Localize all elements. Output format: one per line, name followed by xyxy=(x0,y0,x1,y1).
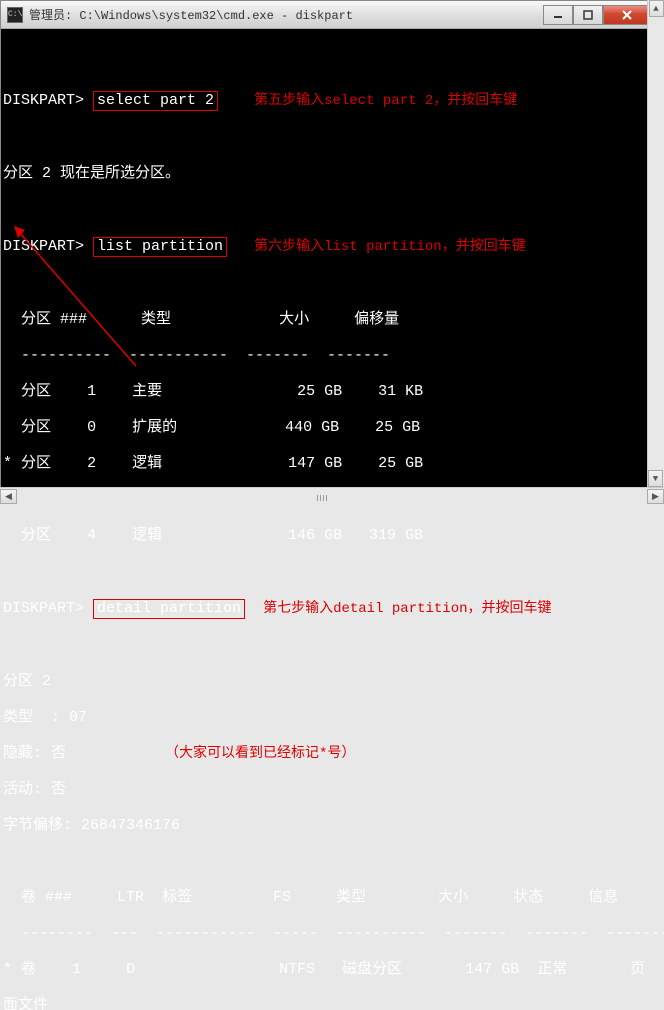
cmd-window: C:\ 管理员: C:\Windows\system32\cmd.exe - d… xyxy=(0,0,654,490)
minimize-button[interactable] xyxy=(543,5,573,25)
part-table-header: 分区 ### 类型 大小 偏移量 xyxy=(3,311,653,329)
annotation-asterisk: （大家可以看到已经标记*号） xyxy=(165,746,355,762)
scrollbar-horizontal[interactable]: ◀ ▶ xyxy=(0,487,664,505)
table-row: 分区 0 扩展的 440 GB 25 GB xyxy=(3,419,653,437)
response-selected: 分区 2 现在是所选分区。 xyxy=(3,165,653,183)
table-row: * 卷 1 D NTFS 磁盘分区 147 GB 正常 页 xyxy=(3,961,653,979)
scroll-up-button[interactable]: ▲ xyxy=(649,0,664,17)
resize-grip-icon xyxy=(317,495,347,498)
table-row: * 分区 2 逻辑 147 GB 25 GB xyxy=(3,455,653,473)
window-title: 管理员: C:\Windows\system32\cmd.exe - diskp… xyxy=(29,6,543,23)
prompt: DISKPART> xyxy=(3,92,84,109)
annotation-step7: 第七步输入detail partition，并按回车键 xyxy=(263,601,551,617)
vol-table-header: 卷 ### LTR 标签 FS 类型 大小 状态 信息 xyxy=(3,889,653,907)
cmd-list-partition: list partition xyxy=(93,237,227,257)
console-output[interactable]: DISKPART> select part 2 第五步输入select part… xyxy=(1,29,653,1010)
window-buttons xyxy=(543,5,651,25)
annotation-step6: 第六步输入list partition，并按回车键 xyxy=(254,239,526,255)
cmd-select-part: select part 2 xyxy=(93,91,218,111)
table-row: 分区 1 主要 25 GB 31 KB xyxy=(3,383,653,401)
scroll-right-button[interactable]: ▶ xyxy=(647,489,664,504)
close-button[interactable] xyxy=(603,5,651,25)
titlebar[interactable]: C:\ 管理员: C:\Windows\system32\cmd.exe - d… xyxy=(1,1,653,29)
table-row: 分区 4 逻辑 146 GB 319 GB xyxy=(3,527,653,545)
scrollbar-vertical[interactable]: ▲ ▼ xyxy=(647,0,664,487)
annotation-step5: 第五步输入select part 2，并按回车键 xyxy=(254,93,517,109)
scroll-down-button[interactable]: ▼ xyxy=(648,470,663,487)
cmd-detail-partition: detail partition xyxy=(93,599,245,619)
app-icon: C:\ xyxy=(7,7,23,23)
scroll-left-button[interactable]: ◀ xyxy=(0,489,17,504)
maximize-button[interactable] xyxy=(573,5,603,25)
